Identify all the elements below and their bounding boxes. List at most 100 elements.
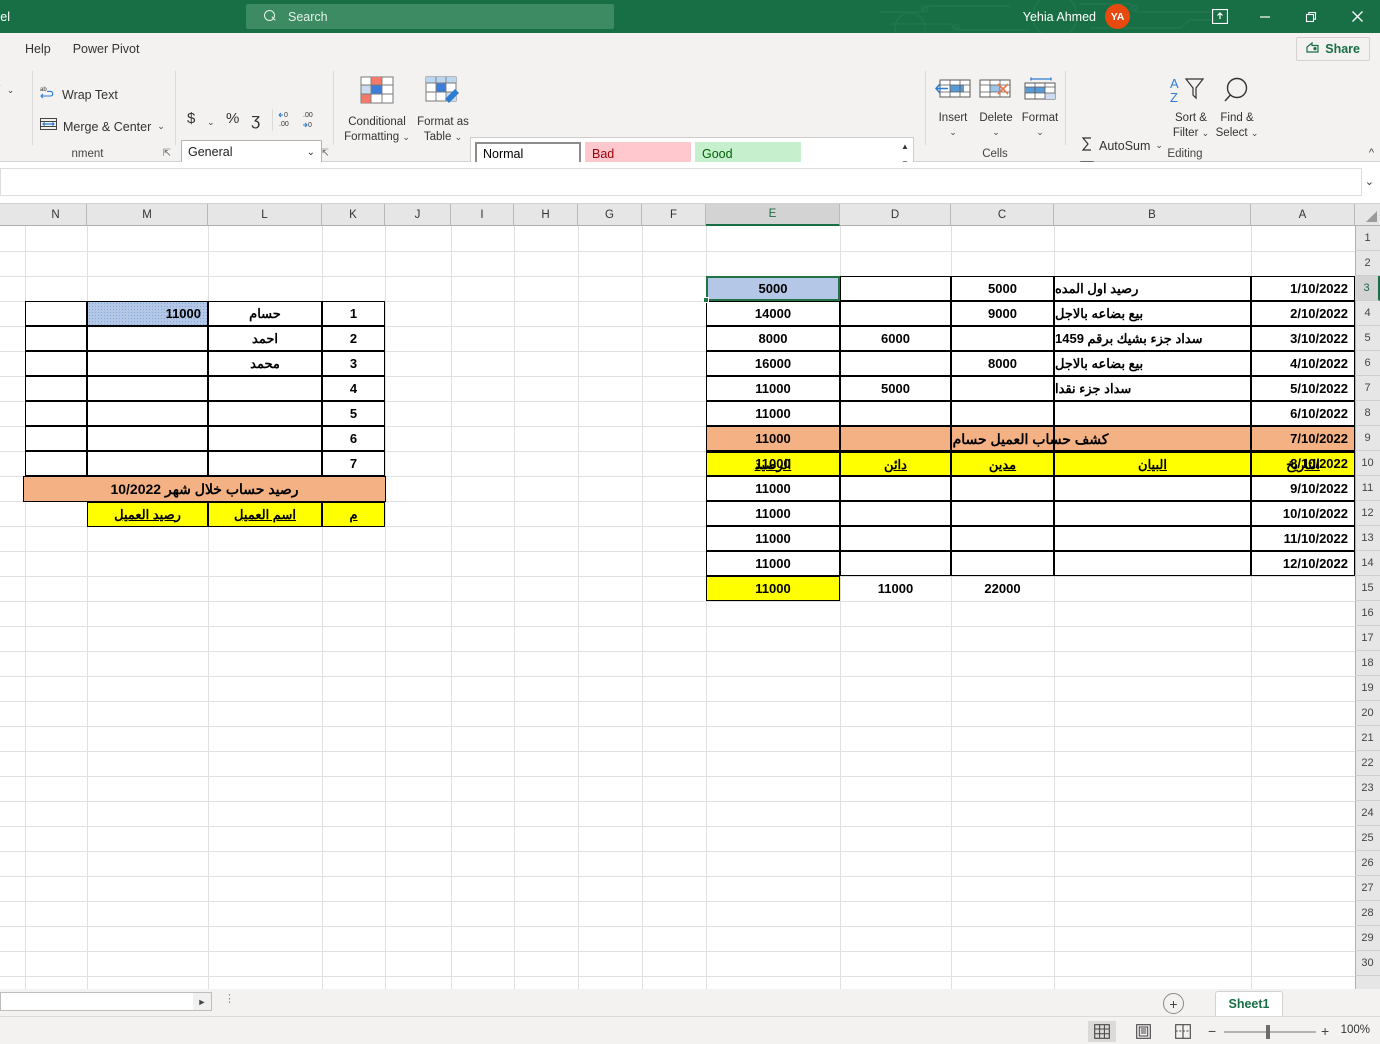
summary-num-r9[interactable]: 6	[322, 426, 385, 451]
statement-debit-r14[interactable]	[951, 551, 1054, 576]
statement-balance-r5[interactable]: 8000	[706, 326, 840, 351]
chevron-down-icon[interactable]: ⌄	[1365, 175, 1374, 188]
statement-balance-r3[interactable]: 5000	[706, 276, 840, 301]
column-header-C[interactable]: C	[951, 204, 1054, 226]
statement-debit-r7[interactable]	[951, 376, 1054, 401]
row-header-21[interactable]: 21	[1355, 726, 1380, 751]
zoom-out-button[interactable]: −	[1208, 1023, 1216, 1039]
selection-fill-handle[interactable]	[703, 297, 709, 303]
alignment-dialog-launcher[interactable]: ⇱	[163, 148, 171, 159]
view-normal-icon[interactable]	[1088, 1021, 1116, 1042]
summary-balance-r8[interactable]	[87, 401, 208, 426]
statement-credit-r3[interactable]	[840, 276, 951, 301]
statement-credit-r4[interactable]	[840, 301, 951, 326]
statement-date-r12[interactable]: 10/10/2022	[1251, 501, 1355, 526]
statement-desc-r3[interactable]: رصيد اول المده	[1054, 276, 1251, 301]
ribbon-display-options-icon[interactable]	[1208, 5, 1232, 27]
summary-blank-n-r4[interactable]	[25, 301, 87, 326]
scrollbar-thumb[interactable]	[1, 993, 193, 1010]
column-header-L[interactable]: L	[208, 204, 322, 226]
minimize-icon[interactable]	[1242, 0, 1288, 33]
statement-debit-r11[interactable]	[951, 476, 1054, 501]
summary-name-r7[interactable]	[208, 376, 322, 401]
summary-name-r5[interactable]: احمد	[208, 326, 322, 351]
column-header-J[interactable]: J	[385, 204, 451, 226]
sheet-tab-sheet1[interactable]: Sheet1	[1215, 991, 1283, 1016]
row-header-12[interactable]: 12	[1355, 501, 1380, 526]
statement-total-balance[interactable]: 11000	[706, 576, 840, 601]
summary-header-k[interactable]: م	[322, 502, 385, 527]
statement-desc-r5[interactable]: سداد جزء بشيك برقم 1459	[1054, 326, 1251, 351]
conditional-formatting-button[interactable]: Conditional Formatting ⌄	[343, 75, 411, 144]
wrap-text-button[interactable]: ab Wrap Text	[40, 85, 118, 105]
spreadsheet-grid[interactable]: مستقل mostaql.com رصيد حساب خلال شهر 10/…	[0, 204, 1380, 989]
row-header-4[interactable]: 4	[1355, 301, 1380, 326]
statement-date-r6[interactable]: 4/10/2022	[1251, 351, 1355, 376]
statement-credit-r13[interactable]	[840, 526, 951, 551]
chevron-down-icon[interactable]: ⌄	[1155, 140, 1163, 151]
row-header-8[interactable]: 8	[1355, 401, 1380, 426]
row-header-1[interactable]: 1	[1355, 226, 1380, 251]
row-header-25[interactable]: 25	[1355, 826, 1380, 851]
statement-debit-r12[interactable]	[951, 501, 1054, 526]
row-header-11[interactable]: 11	[1355, 476, 1380, 501]
row-header-9[interactable]: 9	[1355, 426, 1380, 451]
statement-date-r14[interactable]: 12/10/2022	[1251, 551, 1355, 576]
statement-credit-r9[interactable]	[840, 426, 951, 451]
statement-balance-r14[interactable]: 11000	[706, 551, 840, 576]
summary-blank-n-r10[interactable]	[25, 451, 87, 476]
summary-num-r5[interactable]: 2	[322, 326, 385, 351]
statement-debit-r10[interactable]	[951, 451, 1054, 476]
row-header-22[interactable]: 22	[1355, 751, 1380, 776]
column-header-K[interactable]: K	[322, 204, 385, 226]
row-header-15[interactable]: 15	[1355, 576, 1380, 601]
row-header-10[interactable]: 10	[1355, 451, 1380, 476]
statement-desc-r4[interactable]: بيع بضاعه بالاجل	[1054, 301, 1251, 326]
tab-split-handle[interactable]: ⋮	[224, 994, 235, 1005]
statement-date-r7[interactable]: 5/10/2022	[1251, 376, 1355, 401]
summary-num-r4[interactable]: 1	[322, 301, 385, 326]
find-select-button[interactable]: Find & Select ⌄	[1208, 75, 1266, 140]
column-header-D[interactable]: D	[840, 204, 951, 226]
zoom-thumb[interactable]	[1266, 1025, 1270, 1039]
summary-num-r8[interactable]: 5	[322, 401, 385, 426]
row-header-24[interactable]: 24	[1355, 801, 1380, 826]
statement-credit-r11[interactable]	[840, 476, 951, 501]
summary-header-m[interactable]: رصيد العميل	[87, 502, 208, 527]
select-all-corner[interactable]	[1355, 204, 1380, 226]
statement-desc-r9[interactable]	[1054, 426, 1251, 451]
statement-debit-r5[interactable]	[951, 326, 1054, 351]
statement-balance-r13[interactable]: 11000	[706, 526, 840, 551]
decrease-decimal-button[interactable]: .00 0	[302, 111, 322, 133]
summary-blank-n-r7[interactable]	[25, 376, 87, 401]
statement-balance-r7[interactable]: 11000	[706, 376, 840, 401]
column-header-B[interactable]: B	[1054, 204, 1251, 226]
column-header-M[interactable]: M	[87, 204, 208, 226]
statement-credit-r10[interactable]	[840, 451, 951, 476]
statement-balance-r12[interactable]: 11000	[706, 501, 840, 526]
tab-help[interactable]: Help	[14, 39, 62, 59]
insert-cells-button[interactable]: Insert ⌄	[928, 77, 978, 138]
statement-debit-r13[interactable]	[951, 526, 1054, 551]
row-header-19[interactable]: 19	[1355, 676, 1380, 701]
statement-credit-r8[interactable]	[840, 401, 951, 426]
statement-date-r9[interactable]: 7/10/2022	[1251, 426, 1355, 451]
statement-debit-r4[interactable]: 9000	[951, 301, 1054, 326]
row-header-16[interactable]: 16	[1355, 601, 1380, 626]
statement-desc-r12[interactable]	[1054, 501, 1251, 526]
summary-balance-r4[interactable]: 11000	[87, 301, 208, 326]
statement-desc-r8[interactable]	[1054, 401, 1251, 426]
summary-blank-n-r6[interactable]	[25, 351, 87, 376]
view-page-break-icon[interactable]	[1169, 1021, 1197, 1042]
summary-name-r6[interactable]: محمد	[208, 351, 322, 376]
statement-balance-r10[interactable]: 11000	[706, 451, 840, 476]
format-as-table-button[interactable]: Format as Table ⌄	[412, 75, 474, 144]
summary-title[interactable]: رصيد حساب خلال شهر 10/2022	[23, 476, 386, 502]
currency-button[interactable]: $	[187, 110, 195, 127]
statement-desc-r11[interactable]	[1054, 476, 1251, 501]
row-header-6[interactable]: 6	[1355, 351, 1380, 376]
collapse-ribbon-icon[interactable]: ^	[1369, 147, 1374, 159]
summary-blank-n-r9[interactable]	[25, 426, 87, 451]
row-header-13[interactable]: 13	[1355, 526, 1380, 551]
merge-center-button[interactable]: Merge & Center ⌄	[40, 117, 165, 136]
